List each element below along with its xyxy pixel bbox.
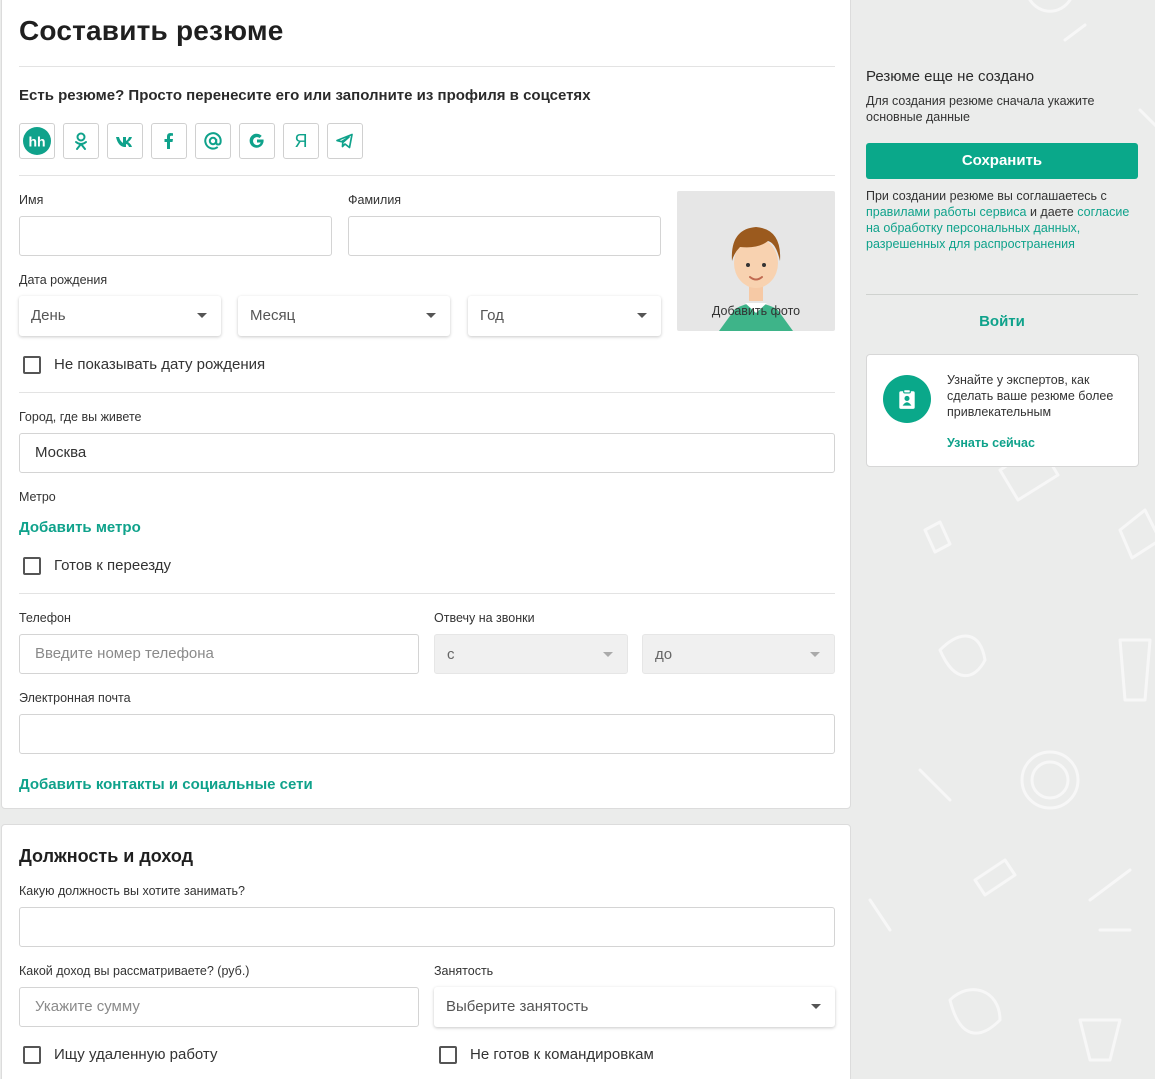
telegram-icon xyxy=(336,133,353,149)
facebook-icon xyxy=(164,133,173,149)
hide-birthdate-checkbox[interactable] xyxy=(23,356,41,374)
social-yandex-button[interactable]: Я xyxy=(283,123,319,159)
add-photo-label: Добавить фото xyxy=(711,304,801,318)
remote-work-label: Ищу удаленную работу xyxy=(54,1046,218,1063)
calls-from-select[interactable]: с xyxy=(434,634,628,674)
chevron-down-icon xyxy=(197,313,207,318)
city-input[interactable]: Москва xyxy=(19,433,835,473)
remote-work-checkbox[interactable] xyxy=(23,1046,41,1064)
email-input[interactable] xyxy=(19,714,835,754)
divider xyxy=(19,392,835,393)
birth-day-select[interactable]: День xyxy=(19,296,221,336)
birth-month-select[interactable]: Месяц xyxy=(238,296,450,336)
service-rules-link[interactable]: правилами работы сервиса xyxy=(866,205,1027,219)
position-label: Какую должность вы хотите занимать? xyxy=(19,884,246,898)
birth-day-value: День xyxy=(31,307,66,324)
city-label: Город, где вы живете xyxy=(19,410,142,424)
relocate-checkbox[interactable] xyxy=(23,557,41,575)
learn-now-link[interactable]: Узнать сейчас xyxy=(947,436,1035,450)
email-label: Электронная почта xyxy=(19,691,131,705)
birth-month-value: Месяц xyxy=(250,307,296,324)
chevron-down-icon xyxy=(811,1004,821,1009)
no-trips-checkbox[interactable] xyxy=(439,1046,457,1064)
mail-at-icon xyxy=(204,132,222,150)
page-title: Составить резюме xyxy=(19,15,284,46)
resume-main-card: Составить резюме Есть резюме? Просто пер… xyxy=(1,0,851,809)
no-trips-label: Не готов к командировкам xyxy=(470,1046,654,1063)
position-input[interactable] xyxy=(19,907,835,947)
add-photo-button[interactable]: Добавить фото xyxy=(677,191,835,331)
phone-input[interactable]: Введите номер телефона xyxy=(19,634,419,674)
employment-value: Выберите занятость xyxy=(446,998,589,1015)
last-name-label: Фамилия xyxy=(348,193,402,207)
agreement-middle: и даете xyxy=(1026,205,1078,219)
expert-promo-text: Узнайте у экспертов, как сделать ваше ре… xyxy=(947,373,1114,419)
hh-icon: hh xyxy=(23,127,51,155)
hide-birthdate-label: Не показывать дату рождения xyxy=(54,356,266,373)
svg-text:hh: hh xyxy=(28,134,45,150)
birth-date-label: Дата рождения xyxy=(19,273,108,287)
resume-status-title: Резюме еще не создано xyxy=(866,68,1035,85)
employment-label: Занятость xyxy=(434,964,494,978)
calls-label: Отвечу на звонки xyxy=(434,611,535,625)
vk-icon xyxy=(116,137,132,147)
add-contacts-link[interactable]: Добавить контакты и социальные сети xyxy=(19,776,313,793)
social-telegram-button[interactable] xyxy=(327,123,363,159)
save-button[interactable]: Сохранить xyxy=(866,143,1138,179)
position-income-card: Должность и доход Какую должность вы хот… xyxy=(1,824,851,1079)
agreement-text: При создании резюме вы соглашаетесь с пр… xyxy=(866,188,1136,252)
divider xyxy=(19,66,835,67)
last-name-input[interactable] xyxy=(348,216,661,256)
social-hh-button[interactable]: hh xyxy=(19,123,55,159)
odnoklassniki-icon xyxy=(75,132,87,150)
metro-label: Метро xyxy=(19,490,56,504)
position-section-title: Должность и доход xyxy=(19,846,194,866)
login-link[interactable]: Войти xyxy=(866,313,1138,330)
clipboard-person-icon xyxy=(883,375,931,423)
chevron-down-icon xyxy=(637,313,647,318)
calls-to-value: до xyxy=(655,646,673,663)
chevron-down-icon xyxy=(810,652,820,657)
divider xyxy=(866,294,1138,295)
social-ok-button[interactable] xyxy=(63,123,99,159)
agreement-prefix: При создании резюме вы соглашаетесь с xyxy=(866,189,1107,203)
resume-status-subtitle: Для создания резюме сначала укажите осно… xyxy=(866,94,1095,124)
income-input[interactable]: Укажите сумму xyxy=(19,987,419,1027)
first-name-input[interactable] xyxy=(19,216,332,256)
calls-to-select[interactable]: до xyxy=(642,634,835,674)
social-facebook-button[interactable] xyxy=(151,123,187,159)
social-mail-button[interactable] xyxy=(195,123,231,159)
chevron-down-icon xyxy=(426,313,436,318)
calls-from-value: с xyxy=(447,646,455,663)
divider xyxy=(19,175,835,176)
employment-select[interactable]: Выберите занятость xyxy=(434,987,835,1027)
divider xyxy=(19,593,835,594)
social-vk-button[interactable] xyxy=(107,123,143,159)
relocate-label: Готов к переезду xyxy=(54,557,172,574)
birth-year-select[interactable]: Год xyxy=(468,296,661,336)
expert-promo-card: Узнайте у экспертов, как сделать ваше ре… xyxy=(866,354,1139,467)
import-lead-text: Есть резюме? Просто перенесите его или з… xyxy=(19,87,591,104)
add-metro-link[interactable]: Добавить метро xyxy=(19,519,141,536)
social-google-button[interactable] xyxy=(239,123,275,159)
chevron-down-icon xyxy=(603,652,613,657)
google-icon xyxy=(249,133,264,148)
first-name-label: Имя xyxy=(19,193,44,207)
birth-year-value: Год xyxy=(480,307,504,324)
yandex-icon: Я xyxy=(294,130,308,151)
phone-label: Телефон xyxy=(19,611,71,625)
income-label: Какой доход вы рассматриваете? (руб.) xyxy=(19,964,250,978)
